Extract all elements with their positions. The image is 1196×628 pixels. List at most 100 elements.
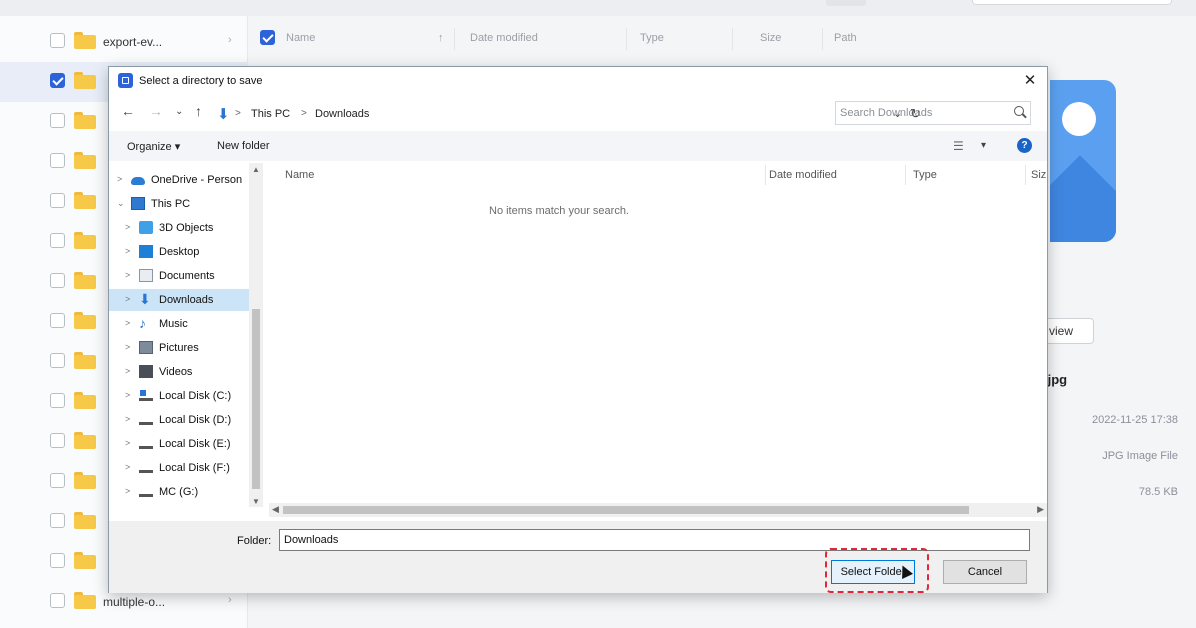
preview-button[interactable]: view	[1044, 318, 1094, 344]
expand-chevron-icon[interactable]: >	[125, 390, 130, 400]
tree-item-documents[interactable]: > Documents	[109, 265, 249, 287]
tree-item-music[interactable]: > ♪ Music	[109, 313, 249, 335]
column-name[interactable]: Name	[286, 32, 315, 44]
folder-icon	[74, 232, 96, 249]
row-checkbox[interactable]	[50, 353, 65, 368]
tree-item-this-pc[interactable]: ⌄ This PC	[109, 193, 249, 215]
file-column-name[interactable]: Name	[285, 169, 314, 181]
navigation-pane: > OneDrive - Person ⌄ This PC >3D Objects > De…	[109, 163, 265, 507]
computer-icon	[131, 197, 145, 210]
horizontal-scrollbar-thumb[interactable]	[283, 506, 969, 514]
row-checkbox[interactable]	[50, 313, 65, 328]
row-checkbox[interactable]	[50, 553, 65, 568]
row-checkbox[interactable]	[50, 33, 65, 48]
folder-icon	[74, 72, 96, 89]
downloads-icon: ⬇	[217, 106, 230, 123]
breadcrumb-this-pc[interactable]: This PC	[251, 108, 290, 120]
row-chevron-icon[interactable]: ›	[228, 34, 232, 46]
navigation-pane-scrollbar[interactable]: ▲ ▼	[249, 163, 263, 507]
view-options-icon[interactable]: ☰	[953, 139, 964, 153]
search-box[interactable]	[835, 101, 1031, 125]
scroll-left-icon[interactable]: ◀	[272, 504, 279, 515]
tree-item-label: Pictures	[159, 342, 199, 354]
address-bar[interactable]: ⬇ > This PC > Downloads ⌄ ↻	[212, 101, 921, 125]
help-icon[interactable]: ?	[1017, 138, 1032, 153]
tree-item-label: Local Disk (C:)	[159, 390, 232, 402]
row-chevron-icon[interactable]: ›	[228, 594, 232, 606]
expand-chevron-icon[interactable]: >	[117, 174, 122, 184]
breadcrumb-downloads[interactable]: Downloads	[315, 108, 369, 120]
expand-chevron-icon[interactable]: >	[125, 222, 130, 232]
row-checkbox[interactable]	[50, 153, 65, 168]
row-checkbox[interactable]	[50, 233, 65, 248]
expand-chevron-icon[interactable]: >	[125, 486, 130, 496]
search-icon[interactable]	[1014, 106, 1024, 116]
organize-button[interactable]: Organize ▾	[127, 140, 180, 153]
recent-locations-chevron-icon[interactable]: ⌄	[175, 106, 183, 117]
background-search-field[interactable]	[972, 0, 1172, 5]
scroll-right-icon[interactable]: ▶	[1037, 504, 1044, 515]
tree-item-mc-g[interactable]: > MC (G:)	[109, 481, 249, 503]
command-bar: Organize ▾ New folder ☰ ▾ ?	[109, 131, 1047, 161]
column-date-modified[interactable]: Date modified	[470, 32, 538, 44]
expand-chevron-icon[interactable]: >	[125, 342, 130, 352]
row-checkbox[interactable]	[50, 593, 65, 608]
tree-item-local-disk-d[interactable]: > Local Disk (D:)	[109, 409, 249, 431]
expand-chevron-icon[interactable]: >	[125, 366, 130, 376]
tree-item-3d-objects[interactable]: >3D Objects	[109, 217, 249, 239]
select-all-checkbox[interactable]	[260, 30, 275, 45]
tree-item-local-disk-f[interactable]: > Local Disk (F:)	[109, 457, 249, 479]
column-size[interactable]: Size	[760, 32, 781, 44]
breadcrumb-separator: >	[235, 108, 241, 119]
back-arrow-icon[interactable]: ←	[121, 103, 135, 119]
row-checkbox[interactable]	[50, 433, 65, 448]
search-input[interactable]	[840, 105, 1000, 121]
dialog-title-bar: Select a directory to save ✕	[109, 67, 1047, 95]
tree-item-pictures[interactable]: > Pictures	[109, 337, 249, 359]
row-checkbox[interactable]	[50, 113, 65, 128]
row-checkbox[interactable]	[50, 73, 65, 88]
scroll-down-icon[interactable]: ▼	[252, 497, 260, 506]
select-directory-dialog: Select a directory to save ✕ ← → ⌄ ↑ ⬇ >…	[108, 66, 1048, 593]
file-column-date-modified[interactable]: Date modified	[769, 169, 837, 181]
new-folder-button[interactable]: New folder	[217, 140, 270, 152]
row-checkbox[interactable]	[50, 193, 65, 208]
background-toolbar-button[interactable]	[826, 0, 866, 6]
expand-chevron-icon[interactable]: >	[125, 294, 130, 304]
row-checkbox[interactable]	[50, 513, 65, 528]
up-arrow-icon[interactable]: ↑	[195, 103, 202, 119]
expand-chevron-icon[interactable]: ⌄	[117, 198, 125, 209]
file-list-row[interactable]: export-ev... ›	[0, 22, 248, 62]
tree-item-local-disk-c[interactable]: > Local Disk (C:)	[109, 385, 249, 407]
preview-date: 2022-11-25 17:38	[1091, 414, 1178, 426]
tree-item-onedrive-person[interactable]: > OneDrive - Person	[109, 169, 249, 191]
expand-chevron-icon[interactable]: >	[125, 246, 130, 256]
close-icon[interactable]: ✕	[1019, 70, 1041, 92]
expand-chevron-icon[interactable]: >	[125, 438, 130, 448]
scrollbar-thumb[interactable]	[252, 309, 260, 489]
row-checkbox[interactable]	[50, 273, 65, 288]
expand-chevron-icon[interactable]: >	[125, 318, 130, 328]
expand-chevron-icon[interactable]: >	[125, 270, 130, 280]
forward-arrow-icon[interactable]: →	[149, 103, 163, 119]
sort-arrow-icon[interactable]: ↑	[438, 32, 444, 44]
expand-chevron-icon[interactable]: >	[125, 462, 130, 472]
scroll-up-icon[interactable]: ▲	[252, 165, 260, 174]
file-list-horizontal-scrollbar[interactable]: ◀ ▶	[269, 503, 1047, 517]
documents-icon	[139, 269, 153, 282]
tree-item-downloads[interactable]: > ⬇ Downloads	[109, 289, 249, 311]
file-column-size[interactable]: Siz	[1031, 169, 1046, 181]
file-column-type[interactable]: Type	[913, 169, 937, 181]
cancel-button[interactable]: Cancel	[943, 560, 1027, 584]
row-checkbox[interactable]	[50, 473, 65, 488]
view-options-dropdown-icon[interactable]: ▾	[981, 140, 986, 151]
row-checkbox[interactable]	[50, 393, 65, 408]
tree-item-desktop[interactable]: > Desktop	[109, 241, 249, 263]
tree-item-local-disk-e[interactable]: > Local Disk (E:)	[109, 433, 249, 455]
expand-chevron-icon[interactable]: >	[125, 414, 130, 424]
column-path[interactable]: Path	[834, 32, 857, 44]
column-type[interactable]: Type	[640, 32, 664, 44]
thumbnail-sun-shape	[1062, 102, 1096, 136]
folder-icon	[74, 512, 96, 529]
tree-item-videos[interactable]: > Videos	[109, 361, 249, 383]
